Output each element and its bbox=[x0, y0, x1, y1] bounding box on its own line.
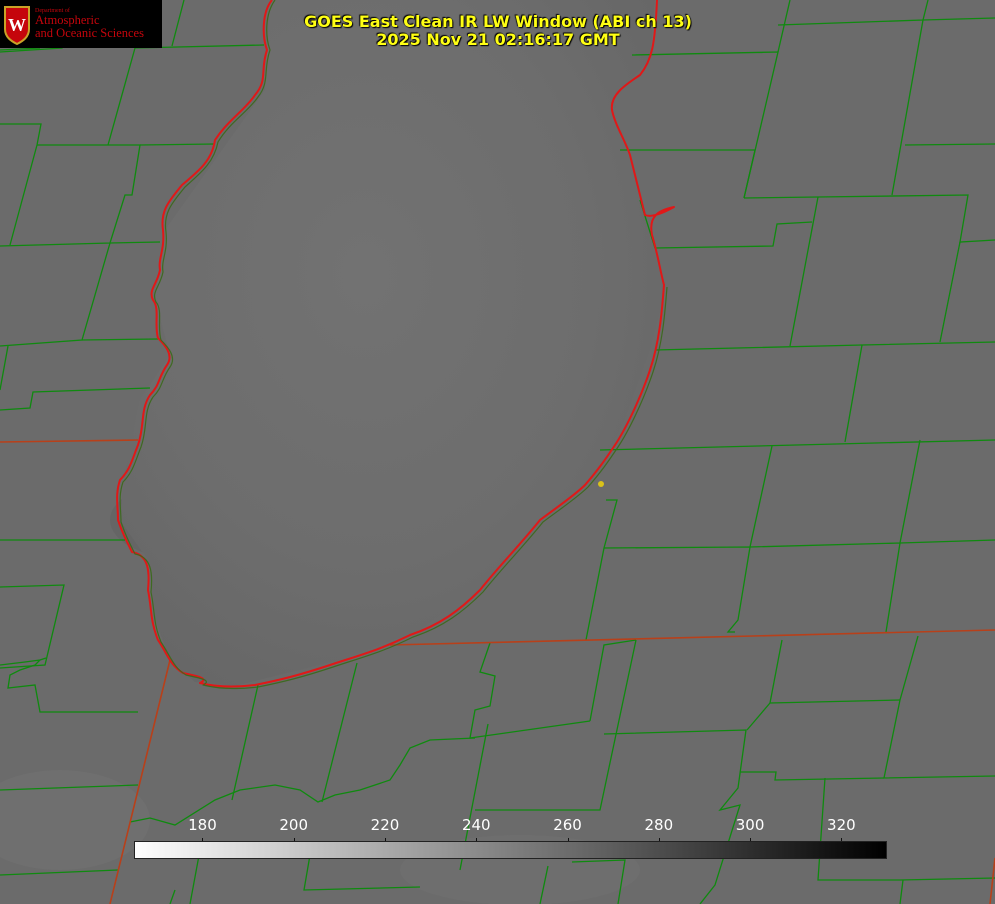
colorbar-tick-label: 200 bbox=[279, 816, 309, 834]
colorbar-tick-label: 260 bbox=[553, 816, 582, 834]
colorbar-tick-label: 240 bbox=[461, 816, 491, 834]
university-seal-icon: W bbox=[4, 6, 30, 45]
seal-letter: W bbox=[8, 15, 26, 35]
colorbar-tick-label: 180 bbox=[188, 816, 217, 834]
image-title: GOES East Clean IR LW Window (ABI ch 13) bbox=[304, 12, 692, 31]
colorbar-tick-label: 220 bbox=[370, 816, 400, 834]
satellite-map bbox=[0, 0, 995, 904]
colorbar-tick-label: 320 bbox=[827, 816, 856, 834]
colorbar bbox=[134, 841, 887, 859]
colorbar-tick-label: 280 bbox=[644, 816, 674, 834]
logo-name-line2: and Oceanic Sciences bbox=[35, 26, 144, 40]
logo-department-name: Atmospheric and Oceanic Sciences bbox=[35, 14, 144, 40]
image-timestamp: 2025 Nov 21 02:16:17 GMT bbox=[376, 30, 620, 49]
department-logo: W Department of Atmospheric and Oceanic … bbox=[0, 0, 162, 48]
colorbar-tick-label: 300 bbox=[735, 816, 765, 834]
location-marker bbox=[598, 481, 604, 487]
